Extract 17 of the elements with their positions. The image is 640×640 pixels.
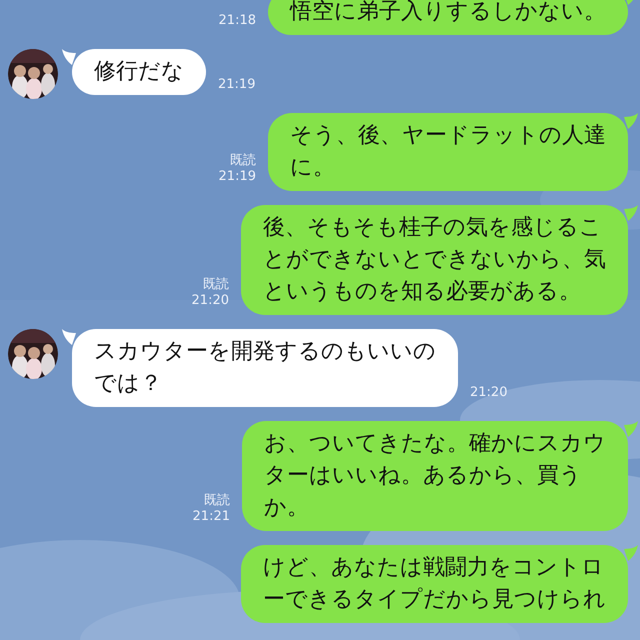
bubble-tail xyxy=(62,329,76,345)
read-receipt: 既読 xyxy=(204,493,230,509)
bubble-tail xyxy=(624,205,638,221)
read-receipt: 既読 xyxy=(230,153,256,169)
bubble-tail xyxy=(624,113,638,129)
bubble-tail xyxy=(624,421,638,437)
timestamp: 21:20 xyxy=(470,385,508,401)
avatar[interactable] xyxy=(8,329,58,379)
timestamp: 21:20 xyxy=(192,293,229,309)
read-receipt: 既読 xyxy=(203,277,229,293)
timestamp: 21:21 xyxy=(192,509,230,525)
avatar[interactable] xyxy=(8,49,58,99)
timestamp: 21:19 xyxy=(218,169,256,185)
timestamp: 21:18 xyxy=(218,13,256,29)
bubble-tail xyxy=(62,49,76,65)
bubble-tail xyxy=(624,545,638,561)
timestamp: 21:19 xyxy=(218,77,256,93)
